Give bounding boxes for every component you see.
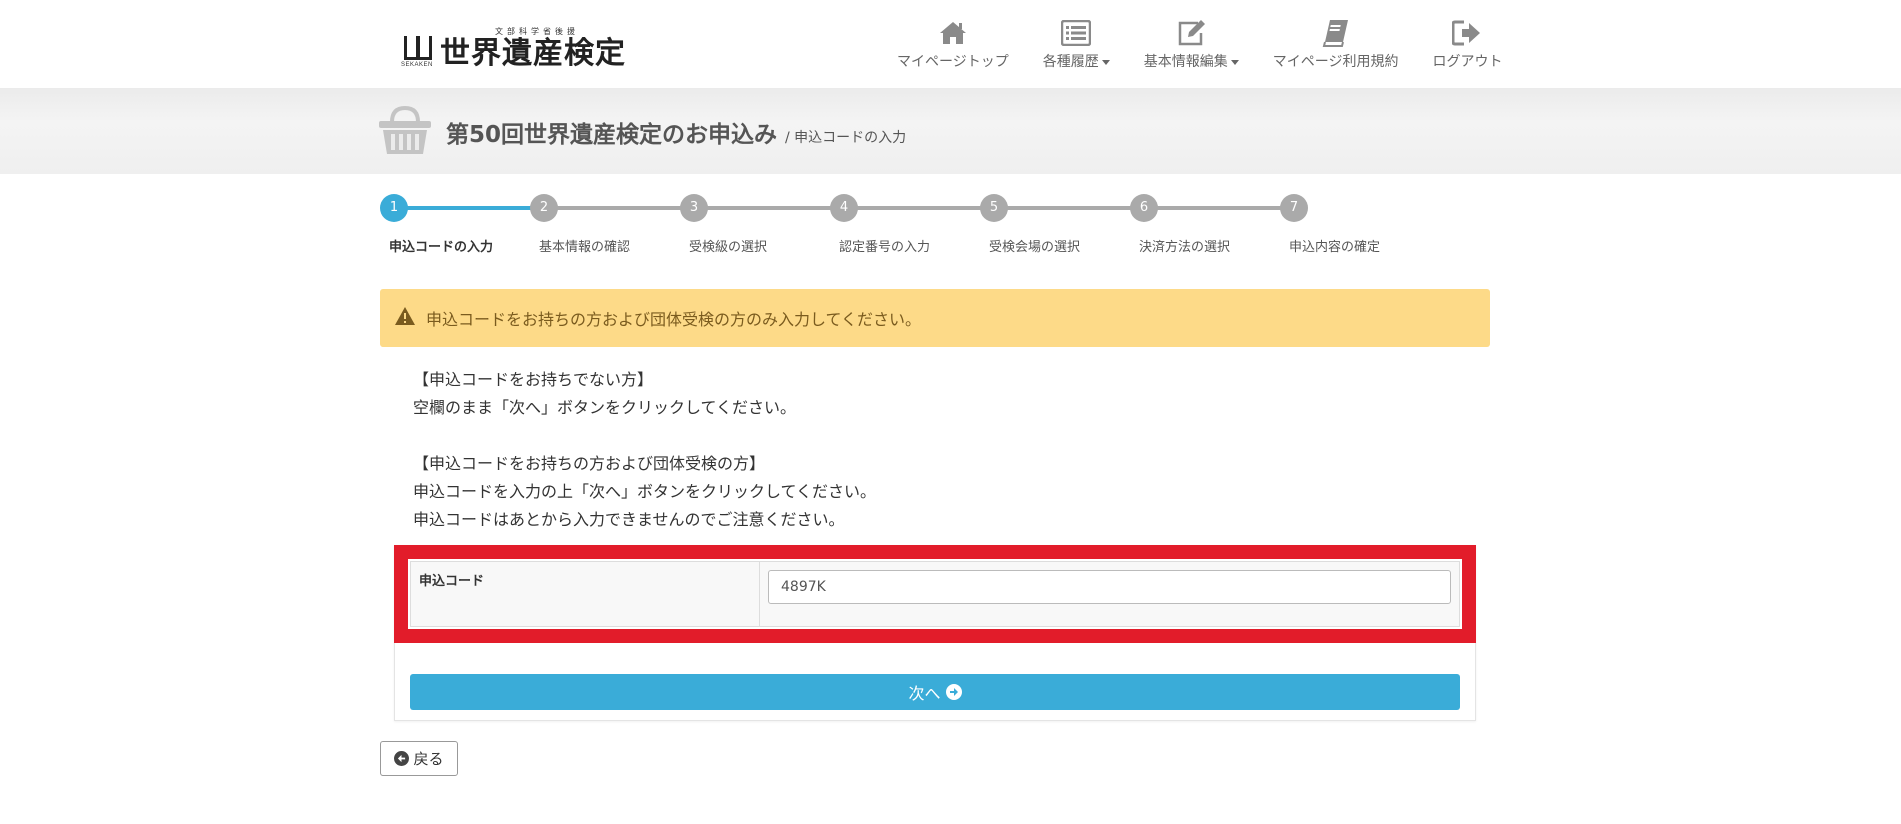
- back-button-label: 戻る: [413, 751, 444, 768]
- step-4-label: 認定番号の入力: [839, 240, 931, 255]
- step-7-label: 申込内容の確定: [1289, 240, 1381, 255]
- site-header: SEKAKEN 文部科学省後援 世界遺産検定 マイページトップ 各種履歴 基本情…: [0, 0, 1901, 88]
- code-heading: 【申込コードをお持ちの方および団体受検の方】: [413, 454, 766, 473]
- highlight-frame: [394, 545, 1476, 643]
- chevron-down-icon: [1101, 59, 1110, 65]
- home-icon: [938, 18, 968, 48]
- nav-item-logout[interactable]: ログアウト: [1432, 18, 1502, 74]
- logo-mark-icon: SEKAKEN: [401, 34, 434, 70]
- chevron-down-icon: [1230, 59, 1239, 65]
- next-button[interactable]: 次へ: [410, 674, 1460, 710]
- step-2-label: 基本情報の確認: [539, 240, 631, 255]
- nav-label: 各種履歴: [1043, 51, 1110, 71]
- alert-text: 申込コードをお持ちの方および団体受検の方のみ入力してください。: [426, 310, 922, 329]
- logo-title: 世界遺産検定: [440, 36, 626, 71]
- edit-icon: [1176, 18, 1206, 48]
- site-logo[interactable]: SEKAKEN 文部科学省後援 世界遺産検定: [401, 22, 626, 71]
- warning-icon: [394, 306, 416, 330]
- no-code-text: 空欄のまま「次へ」ボタンをクリックしてください。: [413, 398, 797, 417]
- instructions: 【申込コードをお持ちでない方】 空欄のまま「次へ」ボタンをクリックしてください。…: [413, 366, 876, 534]
- warning-alert: 申込コードをお持ちの方および団体受検の方のみ入力してください。: [380, 289, 1490, 347]
- step-5-dot: 5: [980, 194, 1008, 222]
- nav-item-terms[interactable]: マイページ利用規約: [1272, 18, 1399, 74]
- code-text-1: 申込コードを入力の上「次へ」ボタンをクリックしてください。: [413, 482, 877, 501]
- step-connector: [394, 206, 544, 210]
- nav-item-history[interactable]: 各種履歴: [1043, 18, 1110, 74]
- page-title-band: 第50回世界遺産検定のお申込み / 申込コードの入力: [0, 88, 1901, 174]
- nav-label: ログアウト: [1432, 54, 1503, 70]
- step-6-dot: 6: [1130, 194, 1158, 222]
- progress-stepper: 1 2 3 4 5 6 7 申込コードの入力 基本情報の確認 受検級の選択 認定…: [380, 194, 1381, 255]
- step-3-label: 受検級の選択: [689, 240, 768, 255]
- nav-item-profile-edit[interactable]: 基本情報編集: [1144, 18, 1239, 74]
- step-1-dot: 1: [380, 194, 408, 222]
- basket-icon: [378, 105, 432, 160]
- next-button-label: 次へ: [908, 684, 941, 703]
- nav-item-mypage-top[interactable]: マイページトップ: [897, 18, 1009, 74]
- step-1-label: 申込コードの入力: [389, 240, 494, 255]
- book-icon: [1321, 18, 1351, 48]
- nav-label: 基本情報編集: [1144, 51, 1239, 71]
- arrow-left-circle-icon: [394, 751, 410, 766]
- page-title: 第50回世界遺産検定のお申込み / 申込コードの入力: [446, 122, 907, 148]
- logout-icon: [1452, 18, 1482, 48]
- step-5-label: 受検会場の選択: [989, 240, 1081, 255]
- nav-label: マイページトップ: [897, 54, 1009, 70]
- step-7-dot: 7: [1280, 194, 1308, 222]
- nav-label: マイページ利用規約: [1272, 54, 1399, 70]
- step-6-label: 決済方法の選択: [1139, 240, 1231, 255]
- arrow-right-circle-icon: [945, 684, 962, 700]
- page-subtitle: / 申込コードの入力: [785, 130, 907, 146]
- main-nav: マイページトップ 各種履歴 基本情報編集 マイページ利用規約 ログアウト: [880, 18, 1519, 74]
- no-code-heading: 【申込コードをお持ちでない方】: [413, 370, 654, 389]
- step-4-dot: 4: [830, 194, 858, 222]
- step-connector: [544, 206, 1294, 210]
- code-text-2: 申込コードはあとから入力できませんのでご注意ください。: [413, 510, 845, 529]
- step-3-dot: 3: [680, 194, 708, 222]
- list-icon: [1061, 18, 1092, 48]
- back-button[interactable]: 戻る: [380, 741, 458, 776]
- step-2-dot: 2: [530, 194, 558, 222]
- logo-mark-text: SEKAKEN: [401, 62, 433, 68]
